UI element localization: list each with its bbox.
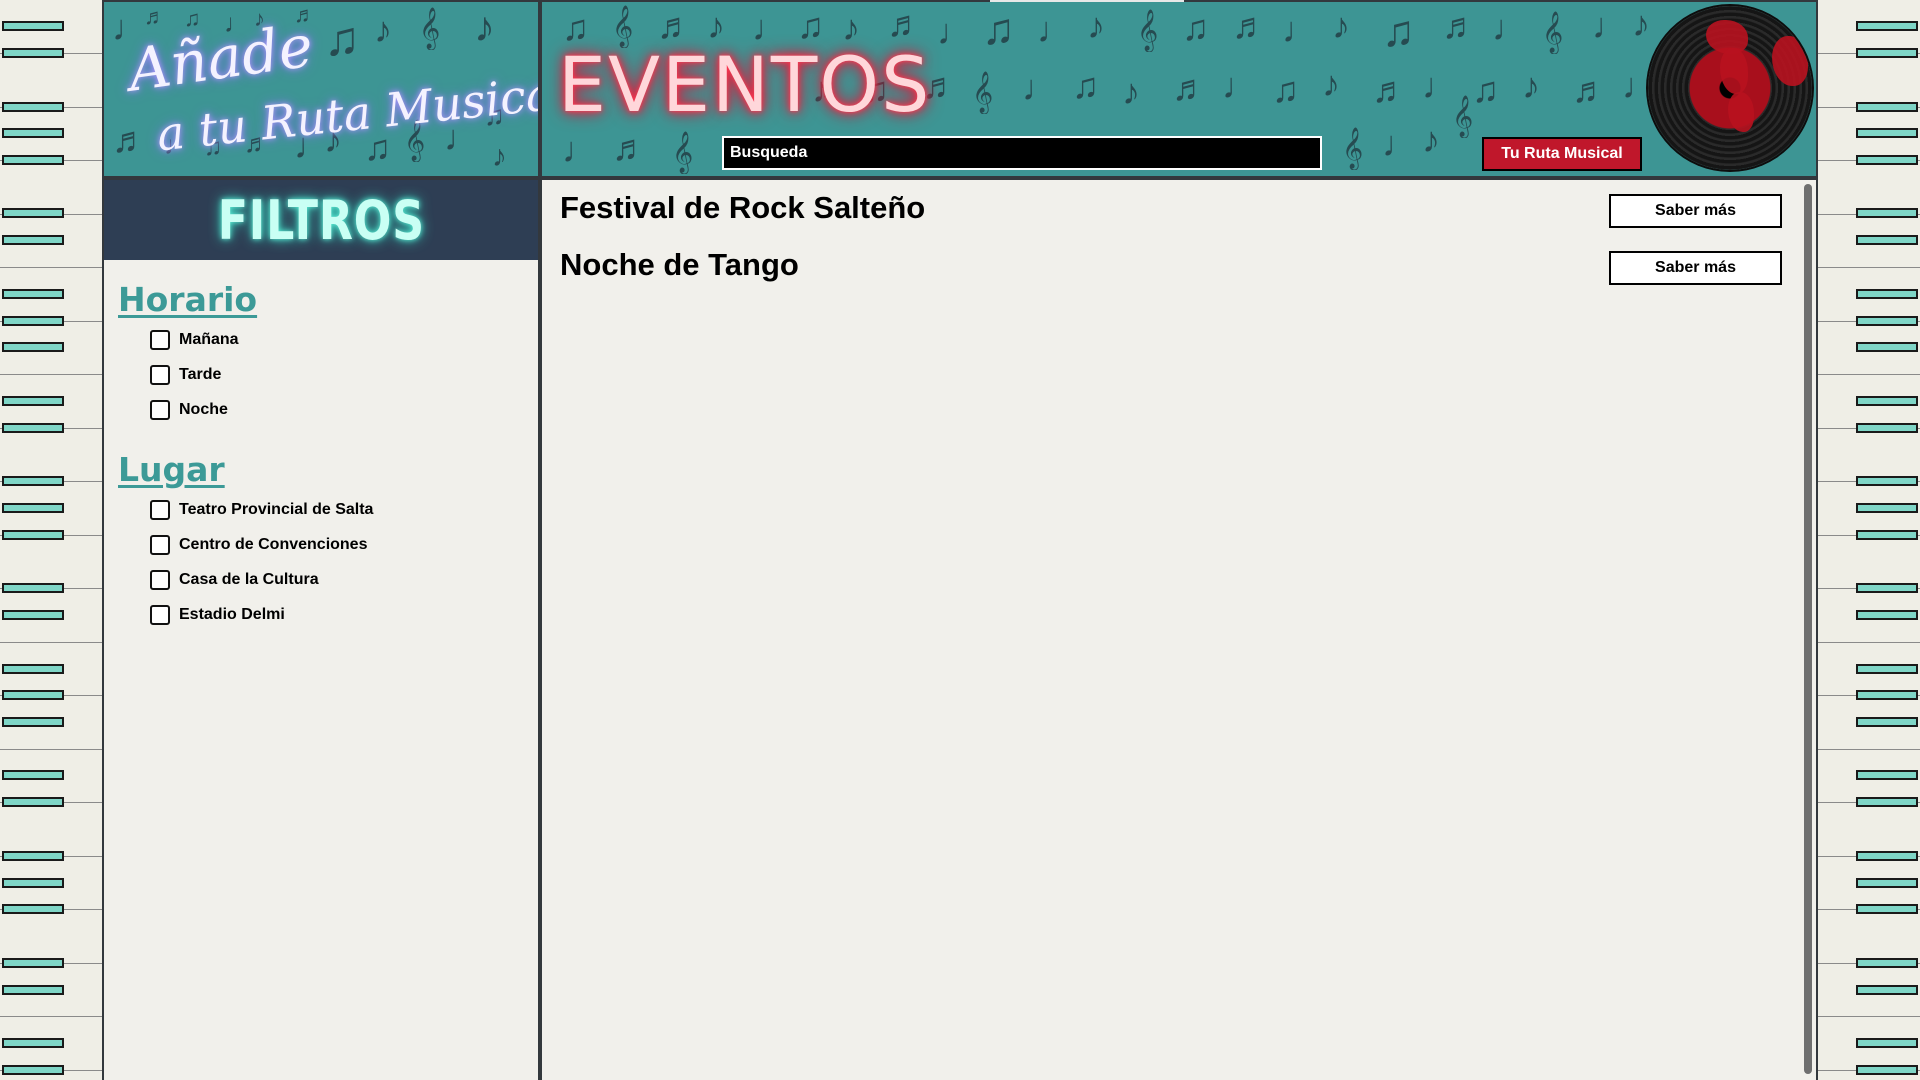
filter-option-morning[interactable]: Mañana — [150, 325, 538, 354]
filter-option-teatro-provincial[interactable]: Teatro Provincial de Salta — [150, 495, 538, 524]
checkbox[interactable] — [150, 499, 170, 520]
checkbox[interactable] — [150, 604, 170, 625]
learn-more-button[interactable]: Saber más — [1609, 194, 1782, 228]
event-item: Noche de Tango Saber más — [560, 245, 1798, 285]
events-list: Festival de Rock Salteño Saber más Noche… — [542, 180, 1816, 1080]
scrollbar[interactable] — [1804, 184, 1812, 1074]
filters-title: FILTROS — [217, 188, 425, 252]
logo-line-1: Añade — [124, 11, 318, 105]
search-input[interactable] — [722, 136, 1322, 170]
filter-section-title: Horario — [118, 280, 258, 319]
my-route-button[interactable]: Tu Ruta Musical — [1482, 137, 1642, 171]
checkbox[interactable] — [150, 329, 170, 350]
filter-option-label: Tarde — [179, 365, 222, 383]
vinyl-globe-icon — [1648, 6, 1812, 170]
filter-section-schedule: Horario Mañana Tarde Noche — [104, 260, 538, 424]
event-title: Noche de Tango — [560, 247, 799, 282]
piano-keys-right-decoration — [1816, 0, 1920, 1080]
filter-section-venue: Lugar Teatro Provincial de Salta Centro … — [104, 430, 538, 629]
learn-more-button[interactable]: Saber más — [1609, 251, 1782, 285]
filter-option-estadio-delmi[interactable]: Estadio Delmi — [150, 600, 538, 629]
event-item: Festival de Rock Salteño Saber más — [560, 188, 1798, 228]
filter-option-centro-convenciones[interactable]: Centro de Convenciones — [150, 530, 538, 559]
checkbox[interactable] — [150, 534, 170, 555]
filter-option-label: Centro de Convenciones — [179, 535, 368, 553]
events-banner: ♫ 𝄞 ♬ ♪ ♩ ♫ ♪ ♬ ♩ ♫ ♩ ♪ 𝄞 ♫ ♬ ♩ ♪ ♫ ♬ ♩ 𝄞 ♩ ♪ ♪ ♫ ♬ 𝄞… — [542, 2, 1816, 176]
page-title: EVENTOS — [558, 40, 932, 129]
checkbox[interactable] — [150, 569, 170, 590]
event-title: Festival de Rock Salteño — [560, 190, 926, 225]
checkbox[interactable] — [150, 399, 170, 420]
logo-panel: ♩ ♬ ♫ ♩ ♪ ♬ ♫ ♪ 𝄞 ♪ ♬ ♩ ♫ ♬ ♩ ♪ ♫ 𝄞 ♩ ♫ ♪ Añade a … — [104, 2, 538, 176]
app-logo[interactable]: Añade a tu Ruta Musical — [118, 11, 538, 162]
filter-option-label: Noche — [179, 400, 228, 418]
filter-option-label: Casa de la Cultura — [179, 570, 319, 588]
header: ♩ ♬ ♫ ♩ ♪ ♬ ♫ ♪ 𝄞 ♪ ♬ ♩ ♫ ♬ ♩ ♪ ♫ 𝄞 ♩ ♫ ♪ Añade a … — [102, 0, 1818, 178]
filter-section-title: Lugar — [118, 450, 225, 489]
page-frame: ♩ ♬ ♫ ♩ ♪ ♬ ♫ ♪ 𝄞 ♪ ♬ ♩ ♫ ♬ ♩ ♪ ♫ 𝄞 ♩ ♫ ♪ Añade a … — [102, 0, 1818, 1080]
filter-option-label: Mañana — [179, 330, 239, 348]
filters-header: FILTROS — [104, 180, 538, 260]
filter-option-night[interactable]: Noche — [150, 395, 538, 424]
filter-option-casa-cultura[interactable]: Casa de la Cultura — [150, 565, 538, 594]
checkbox[interactable] — [150, 364, 170, 385]
filter-option-afternoon[interactable]: Tarde — [150, 360, 538, 389]
filter-option-label: Teatro Provincial de Salta — [179, 500, 374, 518]
filter-option-label: Estadio Delmi — [179, 605, 285, 623]
filters-sidebar: FILTROS Horario Mañana Tarde Noche Lugar… — [104, 180, 538, 1080]
piano-keys-left-decoration — [0, 0, 104, 1080]
